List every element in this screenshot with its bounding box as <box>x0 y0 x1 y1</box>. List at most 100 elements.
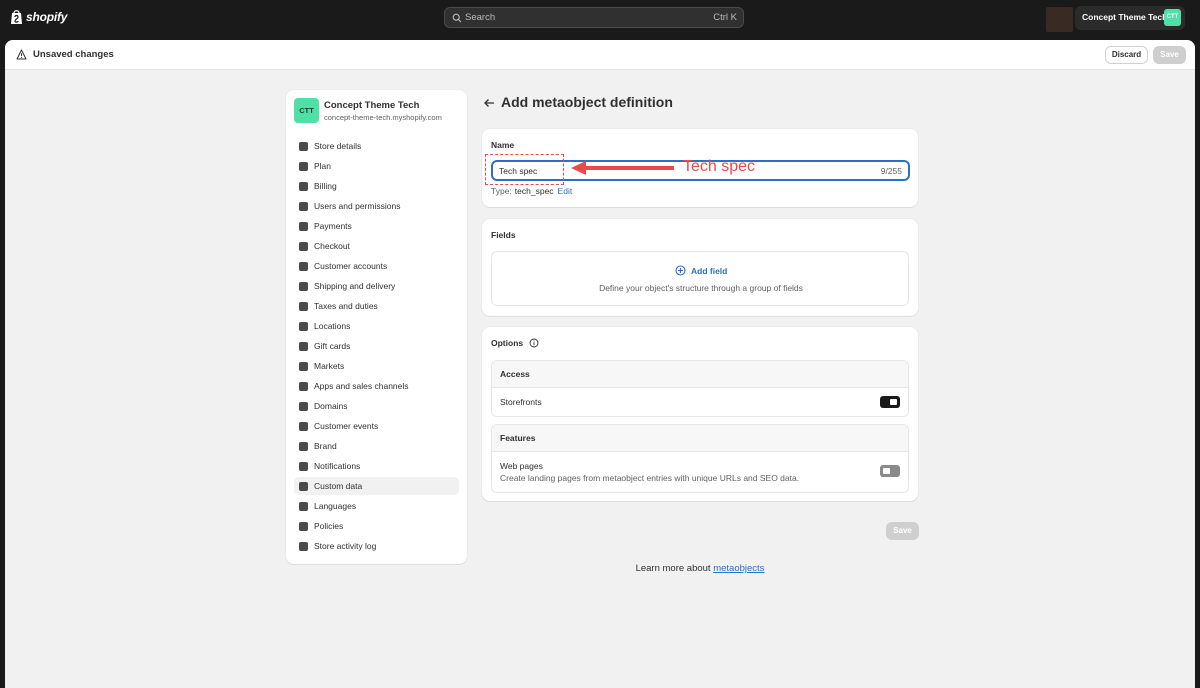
store-menu-button[interactable]: Concept Theme Tech CTT <box>1075 6 1185 30</box>
metaobjects-link[interactable]: metaobjects <box>713 563 764 574</box>
edit-type-link[interactable]: Edit <box>558 186 573 196</box>
sidebar-item-label: Domains <box>314 401 348 411</box>
cart-icon <box>299 241 308 251</box>
annotation-arrow <box>571 161 674 175</box>
sidebar-item-label: Store details <box>314 141 362 151</box>
location-icon <box>299 321 308 331</box>
store-domain: concept-theme-tech.myshopify.com <box>324 113 442 122</box>
person-icon <box>299 261 308 271</box>
sidebar-item[interactable]: Domains <box>294 397 459 415</box>
sidebar-item-label: Customer accounts <box>314 261 388 271</box>
store-name: Concept Theme Tech <box>324 100 420 111</box>
unsaved-changes-bar: Unsaved changes Discard Save <box>5 40 1195 70</box>
back-arrow-icon[interactable] <box>483 97 495 109</box>
character-counter: 9/255 <box>880 166 902 176</box>
search-input[interactable]: Search Ctrl K <box>444 7 744 28</box>
name-label: Name <box>491 140 515 150</box>
type-line: Type: tech_spec Edit <box>491 186 572 196</box>
access-header: Access <box>492 361 908 388</box>
sidebar-item[interactable]: Apps and sales channels <box>294 377 459 395</box>
sidebar-item-label: Customer events <box>314 421 379 431</box>
payments-icon <box>299 221 308 231</box>
policy-icon <box>299 521 308 531</box>
warning-icon <box>16 49 27 60</box>
annotation-text: Tech spec <box>683 158 756 175</box>
sidebar-item[interactable]: Store details <box>294 137 459 155</box>
sidebar-item[interactable]: Shipping and delivery <box>294 277 459 295</box>
type-value: tech_spec <box>514 186 554 196</box>
sidebar-item[interactable]: Customer accounts <box>294 257 459 275</box>
sidebar-item-label: Checkout <box>314 241 350 251</box>
sidebar-item[interactable]: Plan <box>294 157 459 175</box>
sidebar-item[interactable]: Locations <box>294 317 459 335</box>
features-section: Features Web pages Create landing pages … <box>491 424 909 493</box>
settings-nav: Store details Plan Billing Users and permis… <box>294 137 459 557</box>
search-shortcut: Ctrl K <box>713 12 737 23</box>
settings-frame: Unsaved changes Discard Save CTT Concept… <box>5 40 1195 688</box>
sidebar-item-label: Markets <box>314 361 345 371</box>
features-heading: Features <box>500 433 536 443</box>
sidebar-item[interactable]: Taxes and duties <box>294 297 459 315</box>
gift-icon <box>299 341 308 351</box>
learn-more-text: Learn more about <box>635 563 711 574</box>
discard-button[interactable]: Discard <box>1105 46 1148 64</box>
info-icon[interactable] <box>529 338 539 348</box>
web-pages-label: Web pages <box>500 461 543 471</box>
sidebar-item[interactable]: Custom data <box>294 477 459 495</box>
web-pages-toggle[interactable] <box>880 465 900 477</box>
store-menu-name: Concept Theme Tech <box>1082 12 1168 22</box>
sidebar-item[interactable]: Languages <box>294 497 459 515</box>
storefronts-label: Storefronts <box>500 397 542 407</box>
store-icon <box>299 141 308 151</box>
sidebar-item[interactable]: Brand <box>294 437 459 455</box>
shopify-logo[interactable]: shopify <box>10 9 67 25</box>
apps-icon <box>299 381 308 391</box>
sidebar-item-label: Apps and sales channels <box>314 381 409 391</box>
access-heading: Access <box>500 369 530 379</box>
learn-more: Learn more about metaobjects <box>482 563 918 574</box>
notification-thumbnail[interactable] <box>1046 7 1073 32</box>
add-field-button[interactable]: Add field <box>675 265 727 276</box>
sidebar-item[interactable]: Store activity log <box>294 537 459 555</box>
type-prefix: Type: <box>491 186 512 196</box>
toggle-knob <box>890 399 897 405</box>
sidebar-item[interactable]: Checkout <box>294 237 459 255</box>
globe-icon <box>299 361 308 371</box>
storefronts-row: Storefronts <box>492 388 908 416</box>
billing-icon <box>299 181 308 191</box>
sidebar-item-label: Gift cards <box>314 341 351 351</box>
sidebar-item-label: Users and permissions <box>314 201 401 211</box>
features-header: Features <box>492 425 908 452</box>
plan-icon <box>299 161 308 171</box>
options-header: Options <box>491 338 539 348</box>
truck-icon <box>299 281 308 291</box>
sidebar-item-label: Billing <box>314 181 337 191</box>
toggle-knob <box>883 468 890 474</box>
domain-icon <box>299 401 308 411</box>
top-bar: shopify Search Ctrl K Concept Theme Tech… <box>0 0 1200 35</box>
store-avatar: CTT <box>294 98 319 123</box>
search-placeholder: Search <box>465 12 496 23</box>
sidebar-item[interactable]: Payments <box>294 217 459 235</box>
unsaved-message: Unsaved changes <box>33 49 114 60</box>
sidebar-item[interactable]: Users and permissions <box>294 197 459 215</box>
tax-icon <box>299 301 308 311</box>
sidebar-item[interactable]: Markets <box>294 357 459 375</box>
activity-icon <box>299 541 308 551</box>
database-icon <box>299 481 308 491</box>
save-button[interactable]: Save <box>1153 46 1186 64</box>
save-button-bottom[interactable]: Save <box>886 522 919 540</box>
fields-card: Fields Add field Define your object's st… <box>482 219 918 316</box>
sidebar-item[interactable]: Customer events <box>294 417 459 435</box>
fields-empty-state: Add field Define your object's structure… <box>491 251 909 306</box>
sidebar-item[interactable]: Policies <box>294 517 459 535</box>
sidebar-item[interactable]: Notifications <box>294 457 459 475</box>
web-pages-description: Create landing pages from metaobject ent… <box>500 473 800 483</box>
plus-circle-icon <box>675 265 686 276</box>
search-icon <box>452 13 462 23</box>
access-section: Access Storefronts <box>491 360 909 417</box>
sidebar-item[interactable]: Gift cards <box>294 337 459 355</box>
annotation-highlight-box <box>485 154 564 185</box>
sidebar-item[interactable]: Billing <box>294 177 459 195</box>
storefronts-toggle[interactable] <box>880 396 900 408</box>
